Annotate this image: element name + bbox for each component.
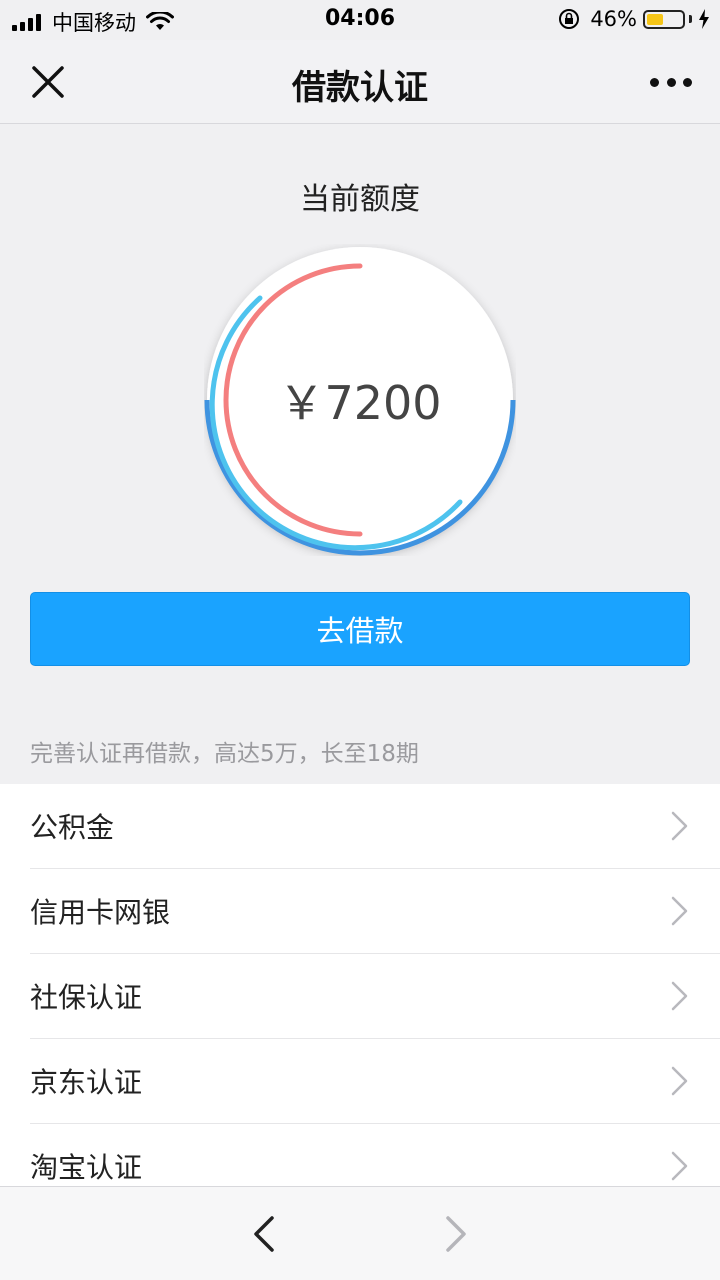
list-item-label: 淘宝认证 [30, 1151, 143, 1184]
list-item-taobao[interactable]: 淘宝认证 [30, 1124, 720, 1186]
more-dots-icon[interactable] [650, 68, 692, 96]
page-title: 借款认证 [292, 68, 428, 108]
forward-arrow-icon[interactable] [442, 1215, 470, 1253]
app-root: 中国移动 04:06 46% 借款认证 当前额度 ￥7200 去借款 完善认证再… [0, 0, 720, 1280]
charging-bolt-icon [699, 9, 709, 29]
list-item-jd[interactable]: 京东认证 [30, 1039, 720, 1124]
list-item-label: 京东认证 [30, 1066, 143, 1099]
list-item-credit-card-bank[interactable]: 信用卡网银 [30, 869, 720, 954]
nav-bar: 借款认证 [0, 40, 720, 124]
battery-fill [647, 13, 663, 25]
battery-percent: 46% [590, 7, 637, 31]
chevron-right-icon [671, 981, 688, 1011]
verification-hint: 完善认证再借款，高达5万，长至18期 [30, 741, 419, 767]
list-item-label: 信用卡网银 [30, 896, 171, 929]
orientation-lock-icon [559, 9, 580, 29]
status-bar: 中国移动 04:06 46% [0, 0, 720, 40]
back-arrow-icon[interactable] [250, 1215, 278, 1253]
chevron-right-icon [671, 1151, 688, 1181]
verification-list: 公积金 信用卡网银 社保认证 京东认证 淘宝认证 [0, 784, 720, 1186]
battery-icon [643, 9, 685, 29]
list-item-provident-fund[interactable]: 公积金 [30, 784, 720, 869]
credit-gauge [204, 247, 516, 556]
list-item-label: 社保认证 [30, 981, 143, 1014]
list-item-label: 公积金 [30, 811, 115, 844]
credit-limit-label: 当前额度 [300, 182, 420, 217]
chevron-right-icon [671, 1066, 688, 1096]
go-borrow-button[interactable]: 去借款 [30, 592, 690, 666]
chevron-right-icon [671, 811, 688, 841]
list-item-social-security[interactable]: 社保认证 [30, 954, 720, 1039]
battery-tip [689, 15, 692, 23]
close-icon[interactable] [28, 62, 68, 102]
browser-toolbar [0, 1186, 720, 1280]
status-right: 46% [558, 7, 710, 31]
chevron-right-icon [671, 896, 688, 926]
